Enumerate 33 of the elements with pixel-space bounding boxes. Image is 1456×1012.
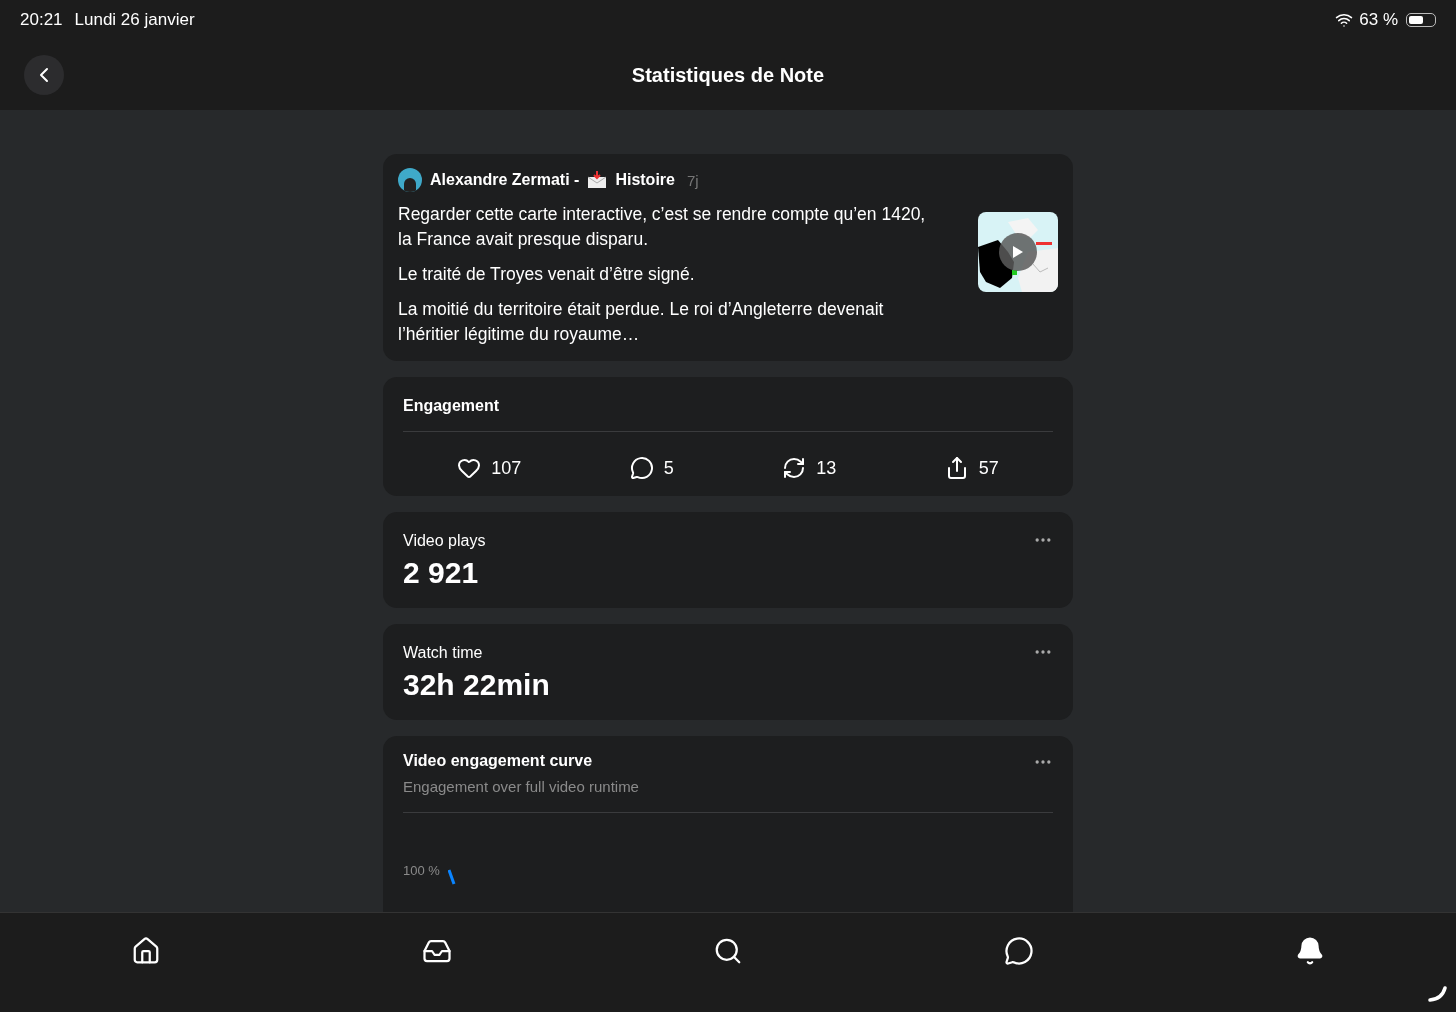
post-paragraph: La moitié du territoire était perdue. Le roi d’Angleterre devenait l’héritier légitime du royaume… bbox=[398, 298, 885, 346]
battery-percent: 63 % bbox=[1359, 10, 1398, 30]
metric-label: Video plays bbox=[403, 532, 486, 549]
status-time: 20:21 bbox=[20, 10, 63, 30]
stat-count: 107 bbox=[491, 457, 522, 479]
metric-value: 32h 22min bbox=[403, 668, 550, 701]
card-title: Video engagement curve bbox=[403, 752, 593, 769]
publication-name[interactable]: Histoire bbox=[615, 171, 675, 189]
post-paragraph: Le traité de Troyes venait d’être signé. bbox=[398, 263, 696, 286]
back-button[interactable] bbox=[24, 55, 64, 95]
metric-value: 2 921 bbox=[403, 556, 479, 589]
status-date: Lundi 26 janvier bbox=[74, 10, 195, 30]
wifi-icon bbox=[1335, 11, 1354, 29]
corner-handle-icon bbox=[1428, 986, 1448, 1002]
axis-label: 100 % bbox=[403, 863, 440, 878]
curve-line bbox=[447, 869, 456, 885]
repost-icon bbox=[782, 456, 807, 480]
page-title: Statistiques de Note bbox=[631, 63, 825, 87]
avatar-icon bbox=[398, 168, 422, 192]
stat-count: 5 bbox=[663, 457, 674, 479]
post-age: 7j bbox=[686, 171, 699, 189]
metric-label: Watch time bbox=[403, 644, 483, 661]
post-paragraph: Regarder cette carte interactive, c’est se rendre compte qu’en 1420, la France avait presque disparu. bbox=[398, 203, 927, 251]
card-title: Engagement bbox=[403, 397, 499, 414]
battery-icon bbox=[1406, 13, 1436, 27]
stat-count: 13 bbox=[816, 457, 837, 479]
speech-bubble-icon bbox=[629, 456, 654, 480]
card-subtitle: Engagement over full video runtime bbox=[403, 778, 639, 795]
stat-count: 57 bbox=[978, 457, 999, 479]
author-name[interactable]: Alexandre Zermati - bbox=[430, 171, 580, 189]
play-icon bbox=[1012, 245, 1024, 259]
envelope-icon bbox=[587, 171, 608, 189]
heart-icon bbox=[457, 456, 482, 480]
